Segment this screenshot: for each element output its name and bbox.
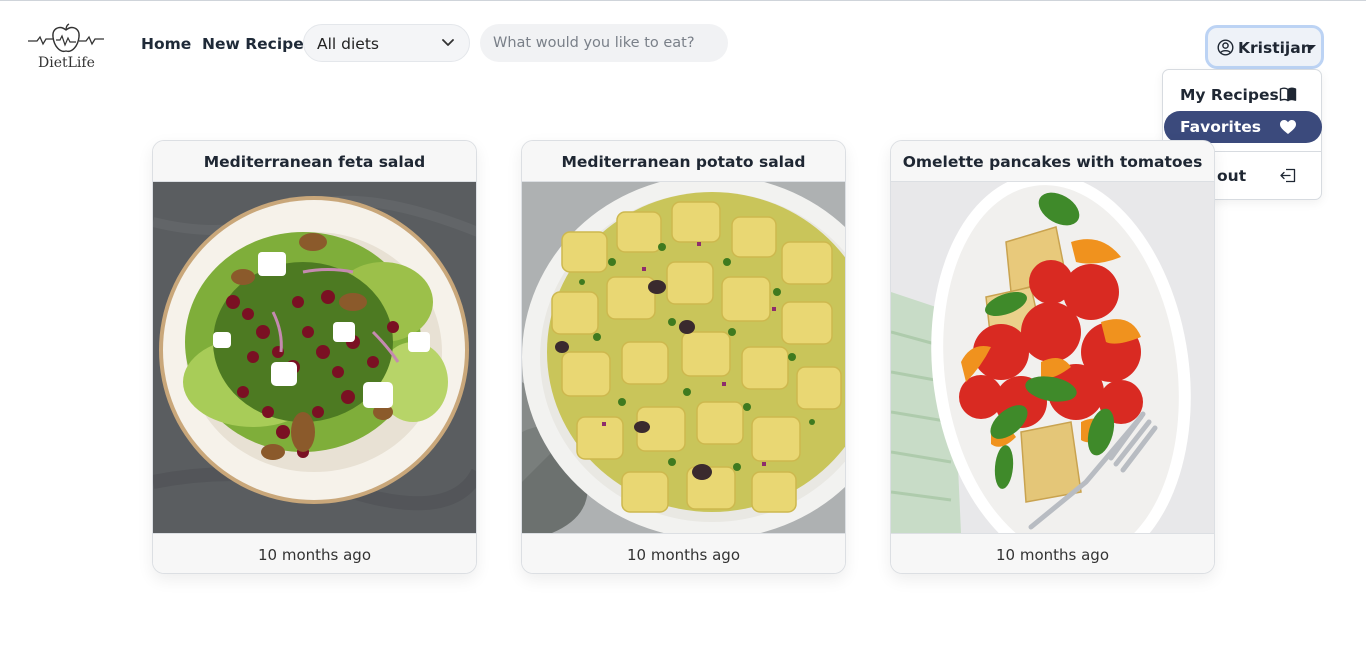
- chevron-down-icon: [442, 39, 454, 46]
- username-label: Kristijan: [1238, 39, 1312, 57]
- card-footer: 10 months ago: [891, 533, 1214, 573]
- card-header: Mediterranean feta salad: [153, 141, 476, 182]
- brand-logo[interactable]: DietLife: [27, 22, 105, 74]
- recipe-card[interactable]: Mediterranean potato salad 10 months ago: [521, 140, 846, 574]
- potato-salad-photo[interactable]: [522, 182, 845, 533]
- recipe-card[interactable]: Omelette pancakes with tomatoes 10 month…: [890, 140, 1215, 574]
- menu-item-label: Favorites: [1180, 118, 1261, 136]
- menu-item-label: My Recipes: [1180, 86, 1279, 104]
- card-header: Omelette pancakes with tomatoes: [891, 141, 1214, 182]
- menu-item-favorites[interactable]: Favorites: [1164, 111, 1322, 143]
- card-header: Mediterranean potato salad: [522, 141, 845, 182]
- recipe-title: Mediterranean potato salad: [561, 153, 806, 171]
- heart-icon: [1280, 120, 1296, 134]
- recipe-title: Omelette pancakes with tomatoes: [902, 153, 1203, 171]
- nav-new-recipe-link[interactable]: New Recipe: [202, 35, 304, 53]
- recipe-title: Mediterranean feta salad: [203, 153, 426, 171]
- recipe-card[interactable]: Mediterranean feta salad 10 months ago: [152, 140, 477, 574]
- card-footer: 10 months ago: [522, 533, 845, 573]
- card-footer: 10 months ago: [153, 533, 476, 573]
- nav-home-link[interactable]: Home: [141, 35, 191, 53]
- feta-salad-photo[interactable]: [153, 182, 476, 533]
- brand-name: DietLife: [38, 55, 95, 71]
- recipe-timestamp: 10 months ago: [995, 546, 1109, 564]
- top-border: [0, 0, 1366, 1]
- apple-heartbeat-icon: [28, 23, 104, 53]
- diet-filter-value: All diets: [317, 35, 379, 53]
- caret-down-icon: [1306, 45, 1316, 50]
- user-circle-icon: [1217, 39, 1234, 56]
- user-menu-button[interactable]: Kristijan: [1205, 25, 1324, 69]
- book-icon: [1279, 87, 1297, 102]
- omelette-pancakes-photo[interactable]: [891, 182, 1214, 533]
- recipe-timestamp: 10 months ago: [626, 546, 740, 564]
- search-input[interactable]: [480, 24, 728, 62]
- menu-item-my-recipes[interactable]: My Recipes: [1164, 79, 1322, 111]
- diet-filter-select[interactable]: All diets: [303, 24, 470, 62]
- recipe-timestamp: 10 months ago: [257, 546, 371, 564]
- logout-icon: [1280, 168, 1296, 183]
